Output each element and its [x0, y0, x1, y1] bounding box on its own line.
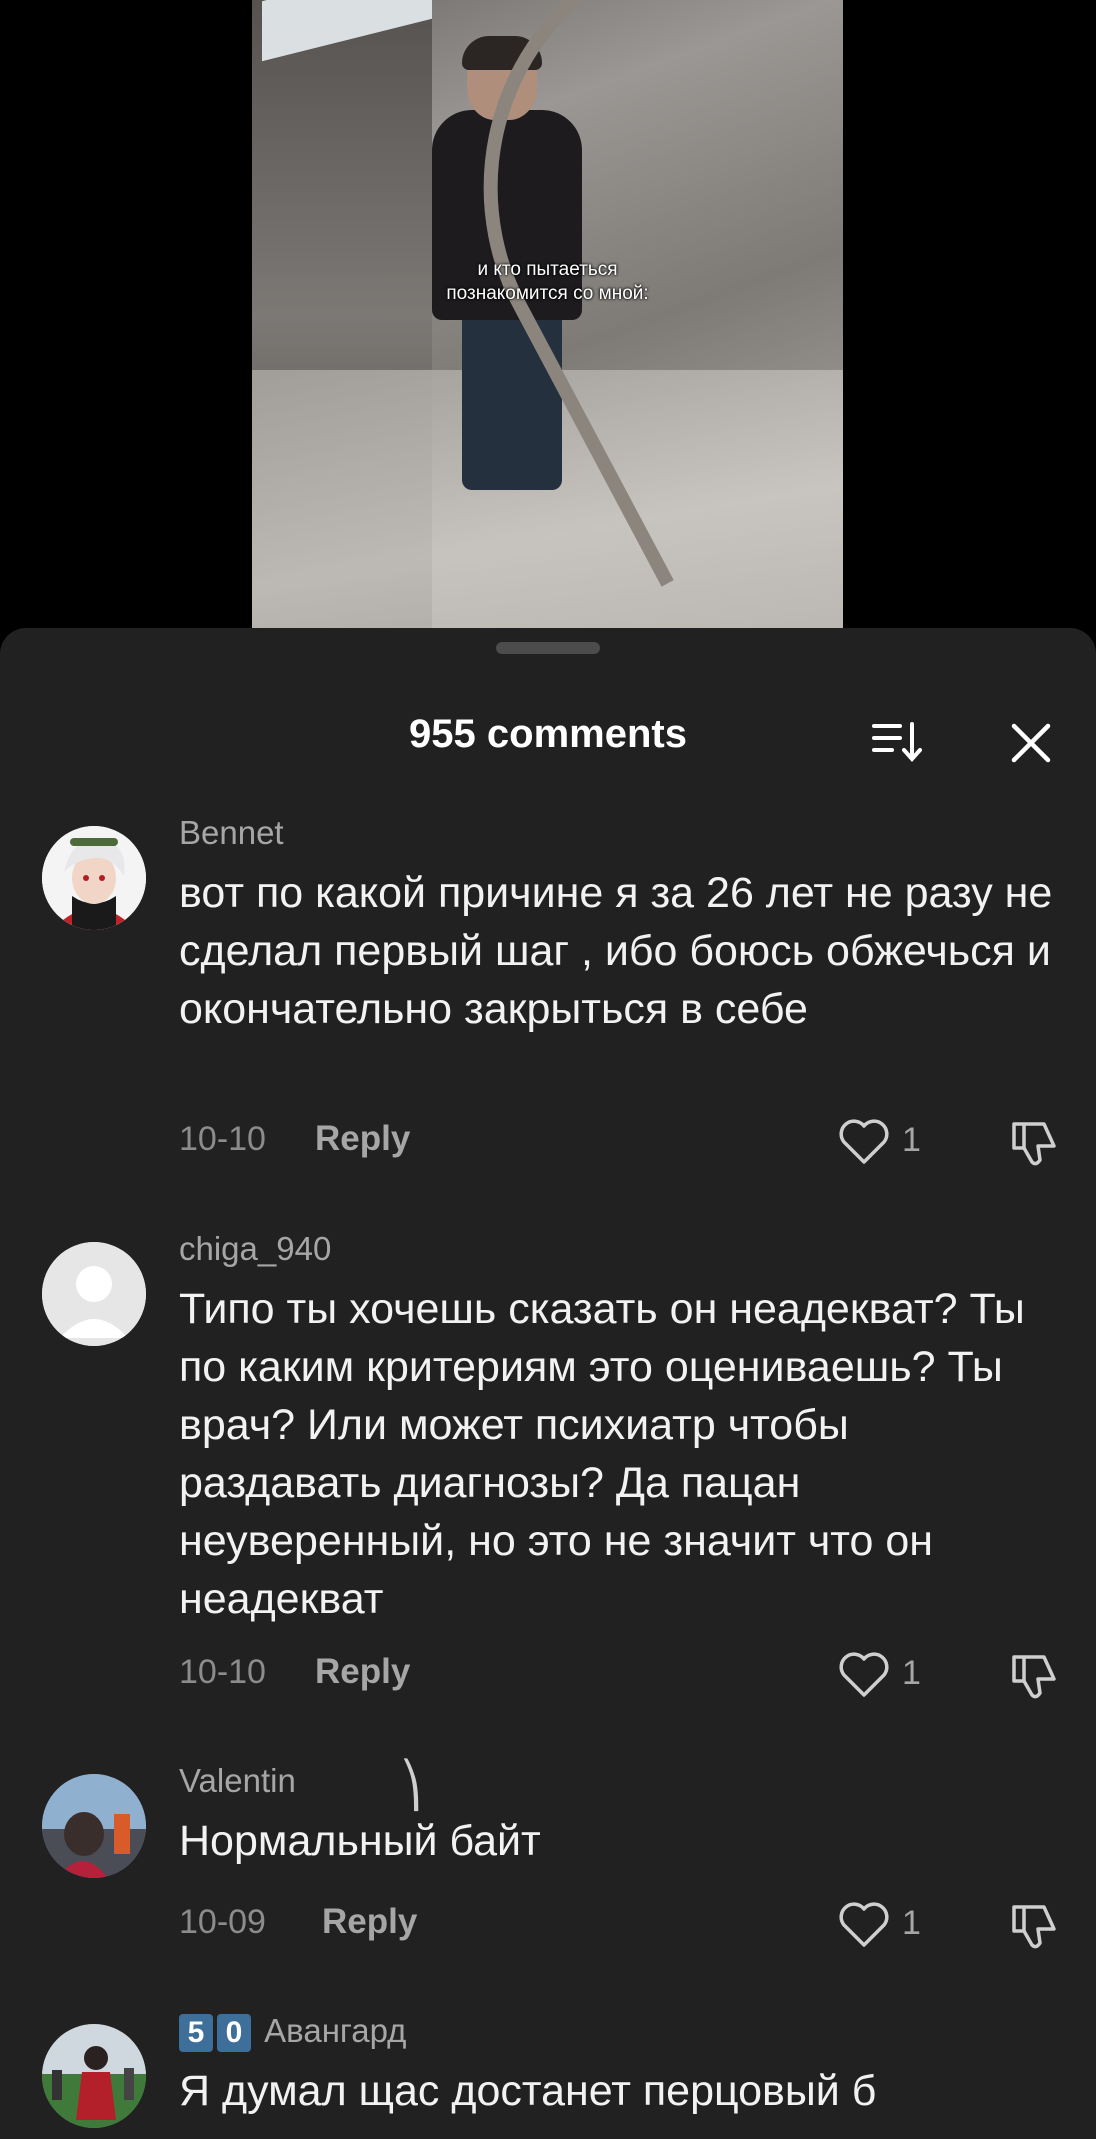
- comment-username[interactable]: chiga_940: [179, 1230, 331, 1268]
- avatar-photo: [42, 1774, 146, 1878]
- video-caption: и кто пытаеться познакомится со мной:: [252, 258, 843, 306]
- sort-button[interactable]: [870, 718, 926, 764]
- heart-icon: [839, 1119, 889, 1164]
- comment-date: 10-10: [179, 1653, 266, 1691]
- comment-date: 10-09: [179, 1903, 266, 1941]
- heart-icon: [839, 1902, 889, 1947]
- like-count: 1: [902, 1904, 921, 1942]
- number-badge: 5: [179, 2014, 213, 2053]
- thumbs-down-icon: [1012, 1122, 1056, 1166]
- comment-text: Я думал щас достанет перцовый б: [179, 2067, 877, 2115]
- comment-text: Нормальный байт: [179, 1817, 541, 1865]
- avatar[interactable]: [42, 826, 146, 930]
- heart-icon: [839, 1652, 889, 1697]
- default-avatar-icon: [42, 1242, 146, 1346]
- comments-count-title: 955 comments: [409, 712, 687, 756]
- like-count: 1: [902, 1121, 921, 1159]
- close-button[interactable]: [1006, 718, 1056, 768]
- username-decoration: ⎞: [400, 1761, 422, 1810]
- drag-handle[interactable]: [496, 642, 600, 654]
- comment-username[interactable]: Valentin: [179, 1762, 296, 1800]
- comment-username-text: Авангард: [264, 2012, 407, 2049]
- dislike-button[interactable]: [1006, 1899, 1062, 1955]
- caption-line-2: познакомится со мной:: [446, 283, 649, 304]
- avatar[interactable]: [42, 1242, 146, 1346]
- avatar-anime-image: [42, 826, 146, 930]
- comments-sheet: 955 comments Bennet вот по какой причине…: [0, 628, 1096, 2139]
- comment-text: вот по какой причине я за 26 лет не разу…: [179, 869, 1053, 1033]
- thumbs-down-icon: [1012, 1655, 1056, 1699]
- dislike-button[interactable]: [1006, 1116, 1062, 1172]
- avatar[interactable]: [42, 2024, 146, 2128]
- number-badge: 0: [217, 2014, 251, 2053]
- reply-button[interactable]: Reply: [322, 1902, 417, 1942]
- avatar[interactable]: [42, 1774, 146, 1878]
- dislike-button[interactable]: [1006, 1649, 1062, 1705]
- reply-button[interactable]: Reply: [315, 1119, 410, 1159]
- video-player[interactable]: и кто пытаеться познакомится со мной:: [252, 0, 843, 630]
- like-count: 1: [902, 1654, 921, 1692]
- thumbs-down-icon: [1012, 1905, 1056, 1949]
- comment-text: Типо ты хочешь сказать он неадекват? Ты …: [179, 1285, 1025, 1623]
- comment-date: 10-10: [179, 1120, 266, 1158]
- comment-username[interactable]: 50 Авангард: [179, 2012, 407, 2053]
- caption-line-1: и кто пытаеться: [477, 259, 618, 280]
- close-icon: [1011, 723, 1051, 763]
- avatar-photo: [42, 2024, 146, 2128]
- reply-button[interactable]: Reply: [315, 1652, 410, 1692]
- sort-icon: [872, 722, 922, 763]
- comment-username[interactable]: Bennet: [179, 814, 284, 852]
